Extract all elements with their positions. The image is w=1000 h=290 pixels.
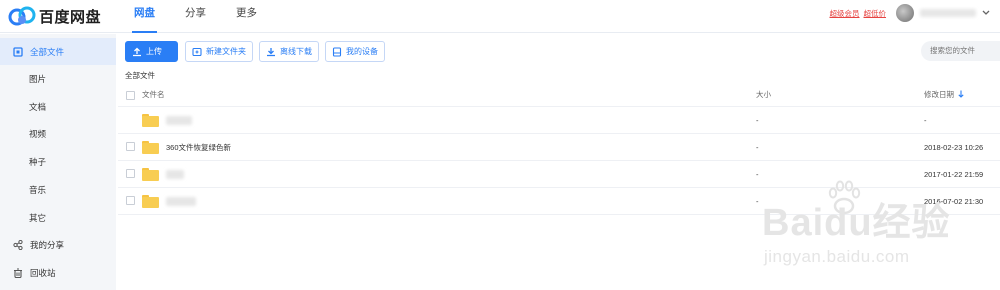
folder-icon [142,167,159,181]
sidebar-item-torrents[interactable]: 种子 [0,148,116,175]
tab-wangpan[interactable]: 网盘 [132,0,157,33]
sidebar-item-label: 种子 [29,156,47,167]
sidebar-item-label: 图片 [29,73,47,84]
file-icon [13,46,23,57]
avatar[interactable] [896,4,914,22]
sort-down-icon[interactable] [958,90,964,100]
vip-link[interactable]: 超级会员 [830,8,860,19]
sidebar-item-label: 其它 [29,212,47,223]
row-date: 2018-02-23 10:26 [924,142,984,152]
watermark-url: jingyan.baidu.com [764,247,910,266]
sidebar-item-label: 回收站 [30,267,56,278]
trash-icon [13,268,23,278]
username-redacted[interactable] [920,9,976,17]
file-name-redacted[interactable] [166,115,192,125]
row-checkbox[interactable] [126,169,135,178]
upload-label: 上传 [146,47,162,56]
folder-icon [142,113,159,127]
row-name-cell [142,107,192,133]
table-row[interactable]: 360文件恢复绿色新 - 2018-02-23 10:26 [118,134,1000,161]
upload-icon [132,47,142,57]
my-devices-button[interactable]: 我的设备 [325,41,385,62]
upload-button[interactable]: 上传 [125,41,178,62]
sidebar-item-my-share[interactable]: 我的分享 [0,231,116,258]
share-icon [13,239,23,250]
offline-download-button[interactable]: 离线下载 [259,41,319,62]
offline-download-label: 离线下载 [280,47,312,56]
top-bar: 百度网盘 网盘 分享 更多 超级会员 超低价 [0,0,1000,33]
sidebar-item-label: 视频 [29,128,47,139]
sidebar-item-documents[interactable]: 文档 [0,93,116,120]
sidebar: 全部文件 图片 文档 视频 种子 音乐 其它 我的分享 回收站 [0,34,116,290]
sidebar-item-other[interactable]: 其它 [0,204,116,231]
vip-price-link[interactable]: 超低价 [864,8,887,19]
row-name-cell [142,161,184,187]
baidu-pan-logo-icon [8,6,36,26]
sidebar-item-music[interactable]: 音乐 [0,176,116,203]
sidebar-item-label: 音乐 [29,184,47,195]
sidebar-item-label: 我的分享 [30,239,65,250]
breadcrumb[interactable]: 全部文件 [125,70,155,81]
header-date-label: 修改日期 [924,90,954,99]
watermark-text: Baidu经验 [762,202,951,244]
search-input[interactable] [921,41,1000,61]
table-row[interactable]: - - [118,107,1000,134]
my-devices-label: 我的设备 [346,47,378,56]
file-name-redacted[interactable] [166,169,184,179]
folder-icon [142,194,159,208]
sidebar-item-recycle-bin[interactable]: 回收站 [0,259,116,286]
file-name[interactable]: 360文件恢复绿色新 [166,142,231,153]
new-folder-label: 新建文件夹 [206,47,246,56]
row-checkbox[interactable] [126,196,135,205]
new-folder-button[interactable]: 新建文件夹 [185,41,253,62]
top-nav: 网盘 分享 更多 [132,0,287,33]
header-size[interactable]: 大小 [756,83,771,106]
new-folder-icon [192,47,202,57]
chevron-down-icon[interactable] [982,8,990,18]
folder-icon [142,140,159,154]
row-checkbox[interactable] [126,142,135,151]
sidebar-item-label: 全部文件 [30,46,65,57]
logo[interactable]: 百度网盘 [8,5,101,27]
table-header: 文件名 大小 修改日期 [118,83,1000,107]
tab-more[interactable]: 更多 [236,0,257,33]
sidebar-item-all-files[interactable]: 全部文件 [0,38,116,65]
user-area: 超级会员 超低价 [830,3,991,23]
row-date: - [924,115,927,125]
device-icon [332,46,342,57]
sidebar-item-label: 文档 [29,101,47,112]
row-name-cell: 360文件恢复绿色新 [142,134,231,160]
row-size: - [756,142,759,152]
file-name-redacted[interactable] [166,196,196,206]
logo-text: 百度网盘 [39,8,102,26]
select-all-checkbox[interactable] [126,91,135,100]
sidebar-item-videos[interactable]: 视频 [0,120,116,147]
baidu-jingyan-watermark: Baidu经验 jingyan.baidu.com [728,176,998,286]
header-name[interactable]: 文件名 [142,83,165,106]
sidebar-item-images[interactable]: 图片 [0,65,116,92]
row-name-cell [142,188,196,214]
header-date[interactable]: 修改日期 [924,83,964,106]
download-icon [266,47,276,57]
row-size: - [756,115,759,125]
tab-share[interactable]: 分享 [185,0,206,33]
